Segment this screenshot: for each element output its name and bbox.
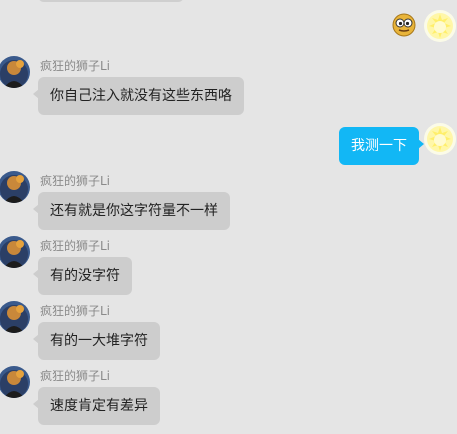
self-avatar[interactable] — [424, 123, 456, 155]
message-bubble[interactable]: 还有就是你这字符量不一样 — [33, 192, 230, 230]
sender-name: 疯狂的狮子Li — [40, 369, 111, 383]
sender-name: 疯狂的狮子Li — [40, 59, 111, 73]
message-bubble-outgoing[interactable]: 我测一下 — [339, 127, 424, 165]
sender-name: 疯狂的狮子Li — [40, 239, 111, 253]
message-bubble[interactable]: 有的没字符 — [33, 257, 132, 295]
previous-message-bubble — [38, 0, 184, 2]
sender-name: 疯狂的狮子Li — [40, 174, 111, 188]
emoji-face-icon[interactable] — [392, 13, 416, 37]
message-bubble[interactable]: 速度肯定有差异 — [33, 387, 160, 425]
contact-avatar[interactable] — [0, 56, 30, 88]
sender-name: 疯狂的狮子Li — [40, 304, 111, 318]
message-bubble[interactable]: 你自己注入就没有这些东西咯 — [33, 77, 244, 115]
contact-avatar[interactable] — [0, 301, 30, 333]
chat-message-list: 疯狂的狮子Li 你自己注入就没有这些东西咯 我测一下 疯狂的狮子Li 还有就是你… — [0, 0, 457, 434]
contact-avatar[interactable] — [0, 236, 30, 268]
message-bubble[interactable]: 有的一大堆字符 — [33, 322, 160, 360]
contact-avatar[interactable] — [0, 171, 30, 203]
contact-avatar[interactable] — [0, 366, 30, 398]
self-avatar[interactable] — [424, 10, 456, 42]
